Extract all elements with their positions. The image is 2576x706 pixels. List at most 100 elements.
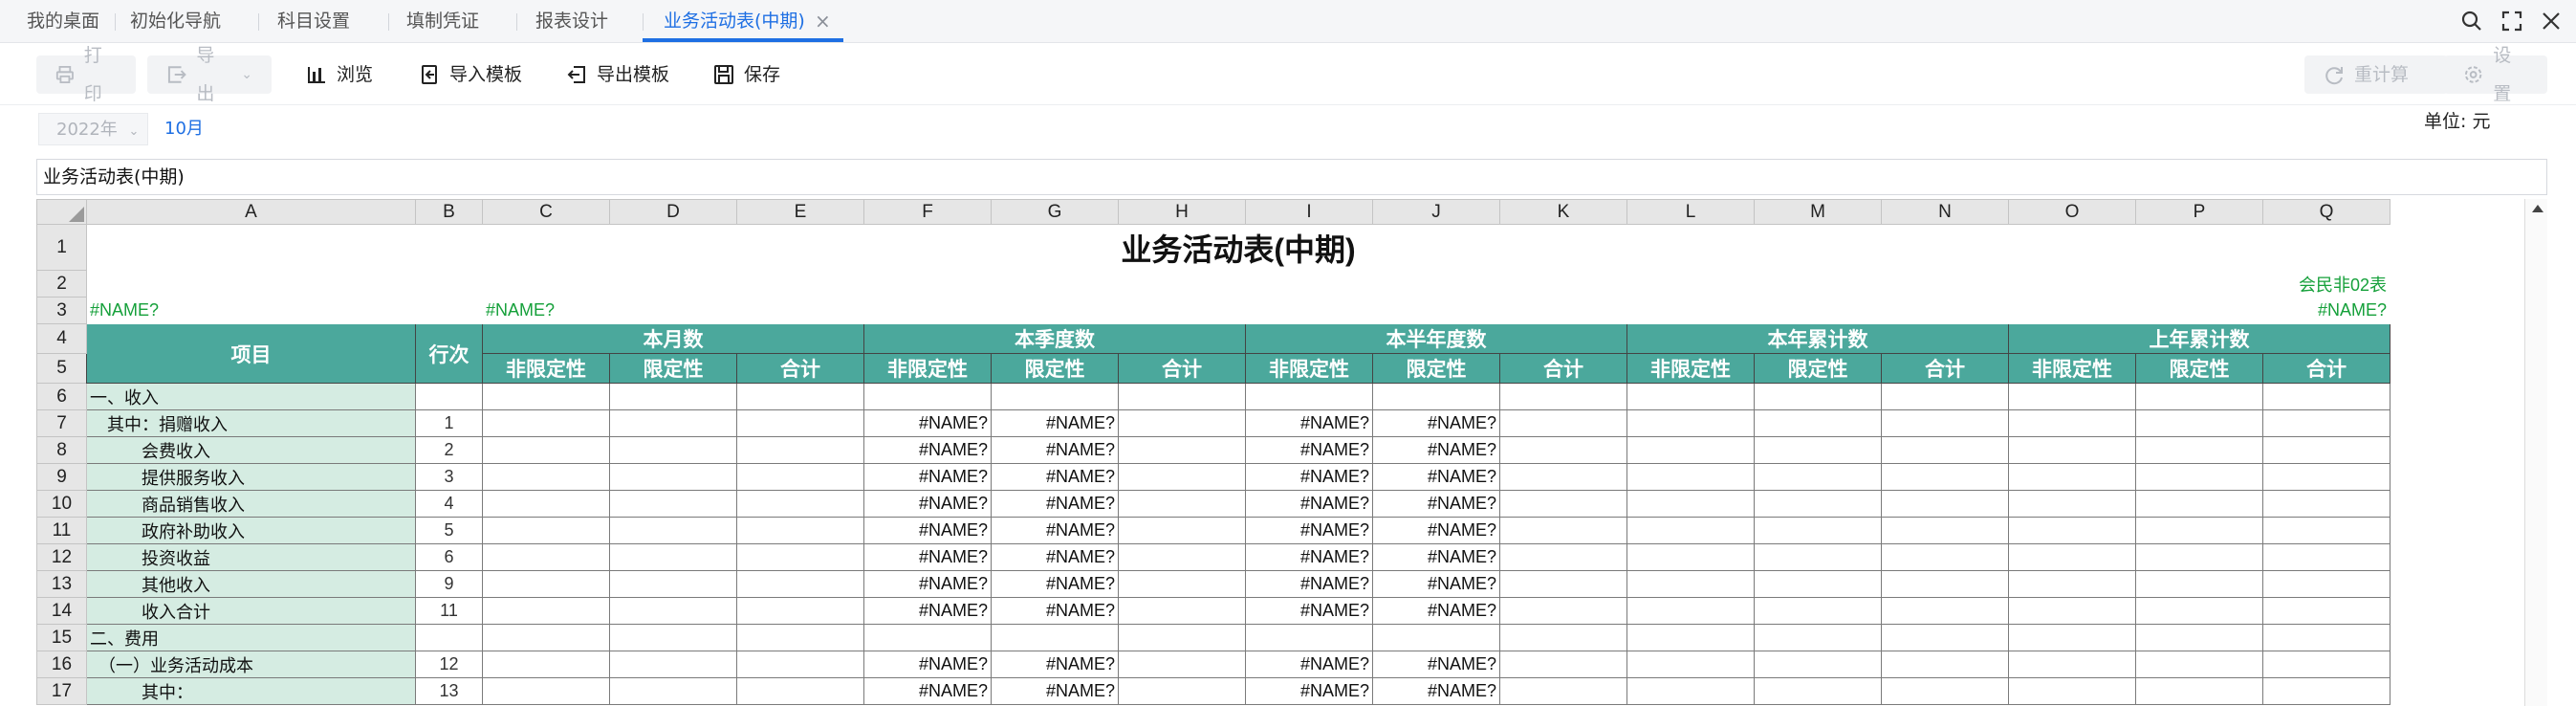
- cell[interactable]: [2262, 490, 2390, 518]
- row-header[interactable]: 1: [36, 224, 87, 271]
- cell[interactable]: [1626, 490, 1755, 518]
- cell[interactable]: [1754, 383, 1882, 410]
- cell[interactable]: [1626, 383, 1755, 410]
- header-sub[interactable]: 合计: [1118, 353, 1246, 384]
- cell[interactable]: [609, 677, 737, 705]
- cell[interactable]: [864, 298, 992, 324]
- cell[interactable]: [1754, 490, 1882, 518]
- cell[interactable]: [609, 543, 737, 571]
- header-group[interactable]: 本季度数: [863, 323, 1246, 354]
- cell[interactable]: [1881, 517, 2009, 544]
- value-cell[interactable]: #NAME?: [863, 651, 992, 678]
- cell[interactable]: [1499, 543, 1627, 571]
- line-no-cell[interactable]: 2: [415, 436, 483, 464]
- cell[interactable]: [2262, 570, 2390, 598]
- item-cell[interactable]: 其中：: [86, 677, 416, 705]
- cell[interactable]: [1881, 409, 2009, 437]
- value-cell[interactable]: #NAME?: [1372, 436, 1500, 464]
- cell[interactable]: [1118, 543, 1246, 571]
- cell[interactable]: [609, 624, 737, 651]
- cell[interactable]: [736, 597, 864, 625]
- cell-a3[interactable]: #NAME?: [87, 298, 416, 324]
- cell[interactable]: [1626, 543, 1755, 571]
- item-cell[interactable]: 商品销售收入: [86, 490, 416, 518]
- cell[interactable]: [1626, 570, 1755, 598]
- cell[interactable]: [609, 409, 737, 437]
- cell[interactable]: [1118, 677, 1246, 705]
- value-cell[interactable]: #NAME?: [863, 677, 992, 705]
- vertical-scrollbar[interactable]: [2524, 199, 2547, 706]
- cell[interactable]: [1882, 298, 2009, 324]
- cell[interactable]: [610, 298, 737, 324]
- header-sub[interactable]: 限定性: [609, 353, 737, 384]
- cell[interactable]: [482, 543, 610, 571]
- cell[interactable]: [609, 463, 737, 491]
- cell[interactable]: [1119, 298, 1246, 324]
- cell[interactable]: [2135, 463, 2263, 491]
- cell[interactable]: [416, 298, 483, 324]
- item-cell[interactable]: 一、收入: [86, 383, 416, 410]
- cell[interactable]: [1499, 490, 1627, 518]
- header-sub[interactable]: 合计: [2262, 353, 2390, 384]
- cell[interactable]: [2008, 651, 2136, 678]
- line-no-cell[interactable]: 6: [415, 543, 483, 571]
- cell-c3[interactable]: #NAME?: [483, 298, 610, 324]
- cell[interactable]: [1755, 271, 1882, 298]
- cell[interactable]: [1754, 436, 1882, 464]
- cell[interactable]: [1499, 436, 1627, 464]
- cell[interactable]: [1499, 463, 1627, 491]
- row-header[interactable]: 4: [36, 323, 87, 354]
- cell[interactable]: [482, 597, 610, 625]
- column-header[interactable]: L: [1626, 199, 1755, 225]
- expand-icon[interactable]: [2500, 9, 2524, 33]
- line-no-cell[interactable]: 5: [415, 517, 483, 544]
- year-select[interactable]: 2022年 ⌄: [38, 113, 148, 145]
- cell[interactable]: [1118, 463, 1246, 491]
- line-no-cell[interactable]: 4: [415, 490, 483, 518]
- value-cell[interactable]: #NAME?: [863, 409, 992, 437]
- cell[interactable]: [1245, 624, 1373, 651]
- cell[interactable]: [1499, 677, 1627, 705]
- cell[interactable]: [2135, 490, 2263, 518]
- line-no-cell[interactable]: 12: [415, 651, 483, 678]
- cell[interactable]: [1626, 517, 1755, 544]
- cell[interactable]: [1881, 543, 2009, 571]
- header-sub[interactable]: 限定性: [1754, 353, 1882, 384]
- cell[interactable]: [1881, 436, 2009, 464]
- header-item[interactable]: 项目: [86, 323, 416, 384]
- cell[interactable]: [736, 624, 864, 651]
- row-header[interactable]: 3: [36, 297, 87, 324]
- cell[interactable]: [1499, 409, 1627, 437]
- column-header[interactable]: G: [991, 199, 1119, 225]
- value-cell[interactable]: #NAME?: [863, 570, 992, 598]
- header-sub[interactable]: 限定性: [991, 353, 1119, 384]
- cell[interactable]: [2135, 409, 2263, 437]
- tab-report-design[interactable]: 报表设计: [535, 0, 608, 43]
- cell[interactable]: [1372, 624, 1500, 651]
- cell[interactable]: [1754, 463, 1882, 491]
- header-sub[interactable]: 合计: [1499, 353, 1627, 384]
- cell[interactable]: [2008, 597, 2136, 625]
- cell[interactable]: [1372, 383, 1500, 410]
- value-cell[interactable]: #NAME?: [991, 490, 1119, 518]
- value-cell[interactable]: #NAME?: [863, 597, 992, 625]
- row-header[interactable]: 12: [36, 543, 87, 571]
- cell[interactable]: [609, 597, 737, 625]
- recalculate-button[interactable]: 重计算: [2304, 55, 2448, 94]
- value-cell[interactable]: #NAME?: [1245, 490, 1373, 518]
- cell[interactable]: [1373, 271, 1500, 298]
- line-no-cell[interactable]: 13: [415, 677, 483, 705]
- cell[interactable]: [1499, 624, 1627, 651]
- item-cell[interactable]: （一）业务活动成本: [86, 651, 416, 678]
- cell[interactable]: [2008, 463, 2136, 491]
- value-cell[interactable]: #NAME?: [1245, 651, 1373, 678]
- cell[interactable]: [2262, 543, 2390, 571]
- export-button[interactable]: 导出 ⌄: [147, 45, 272, 104]
- cell[interactable]: [1626, 436, 1755, 464]
- cell[interactable]: [2262, 463, 2390, 491]
- cell[interactable]: [1881, 651, 2009, 678]
- item-cell[interactable]: 收入合计: [86, 597, 416, 625]
- cell[interactable]: [1119, 271, 1246, 298]
- cell[interactable]: [737, 271, 864, 298]
- cell[interactable]: [736, 570, 864, 598]
